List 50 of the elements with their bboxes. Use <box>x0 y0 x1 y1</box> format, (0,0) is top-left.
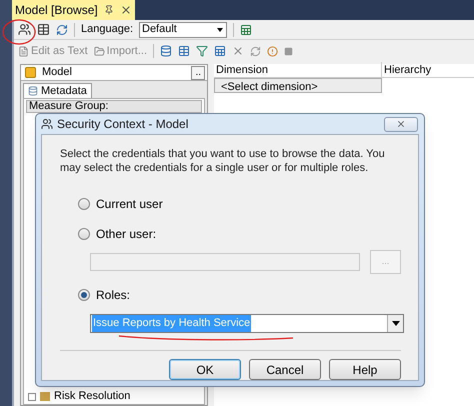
spreadsheet-icon[interactable] <box>240 24 252 36</box>
caret-icon <box>392 321 400 326</box>
close-icon <box>396 119 406 129</box>
pin-icon[interactable] <box>104 5 114 15</box>
stop-icon[interactable] <box>284 46 294 56</box>
close-icon[interactable] <box>120 4 132 16</box>
option-label[interactable]: Roles: <box>96 286 130 304</box>
tab-title: Model [Browse] <box>15 2 98 19</box>
folder-icon <box>94 46 105 56</box>
table-icon[interactable] <box>178 45 190 57</box>
browse-button[interactable]: .. <box>191 66 205 80</box>
language-label: Language: <box>81 22 133 38</box>
close-button[interactable] <box>384 116 418 132</box>
toolbar-icon[interactable] <box>37 23 50 36</box>
security-icon <box>41 118 53 130</box>
delete-icon[interactable] <box>232 45 244 57</box>
caret-icon <box>217 28 223 32</box>
alert-icon[interactable] <box>267 46 278 56</box>
radio-button[interactable] <box>78 228 90 240</box>
cube-name: Model <box>42 65 72 80</box>
dialog-button[interactable]: OK <box>169 359 241 380</box>
annotation-circle <box>1 18 37 46</box>
language-dropdown[interactable]: Default <box>139 22 227 38</box>
refresh-icon[interactable] <box>250 46 262 56</box>
filter-icon[interactable] <box>196 45 208 57</box>
dimension-cell[interactable]: <Select dimension> <box>214 78 382 93</box>
column-header: Hierarchy <box>383 63 432 78</box>
dialog-button[interactable]: Help <box>329 359 401 380</box>
measure-group-icon <box>40 392 50 401</box>
radio-button[interactable] <box>78 289 90 301</box>
security-context-icon[interactable] <box>18 23 31 36</box>
cube-icon <box>25 67 36 78</box>
tree-item[interactable]: Risk Resolution <box>54 388 130 404</box>
database-icon <box>28 86 38 96</box>
option-label[interactable]: Other user: <box>96 225 156 243</box>
user-field[interactable] <box>90 253 360 271</box>
metadata-tab[interactable]: Metadata <box>23 83 92 98</box>
database-icon[interactable] <box>160 45 172 57</box>
dialog-button[interactable]: Cancel <box>249 359 321 380</box>
radio-button[interactable] <box>78 198 90 210</box>
document-icon <box>18 46 29 56</box>
option-label[interactable]: Current user <box>96 195 163 213</box>
expand-icon[interactable] <box>28 392 36 400</box>
refresh-icon[interactable] <box>56 24 68 36</box>
instruction-text: Select the credentials that you want to use to browse the data. You may select the credentials for a single user or for multiple roles. <box>60 147 386 175</box>
selected-role: Issue Reports by Health Service <box>92 315 252 332</box>
document-tab[interactable]: Model [Browse] <box>12 0 135 20</box>
measure-group-label: Measure Group: <box>26 100 202 113</box>
dialog-title: Security Context - Model <box>57 116 188 133</box>
grid-icon[interactable] <box>214 45 226 57</box>
